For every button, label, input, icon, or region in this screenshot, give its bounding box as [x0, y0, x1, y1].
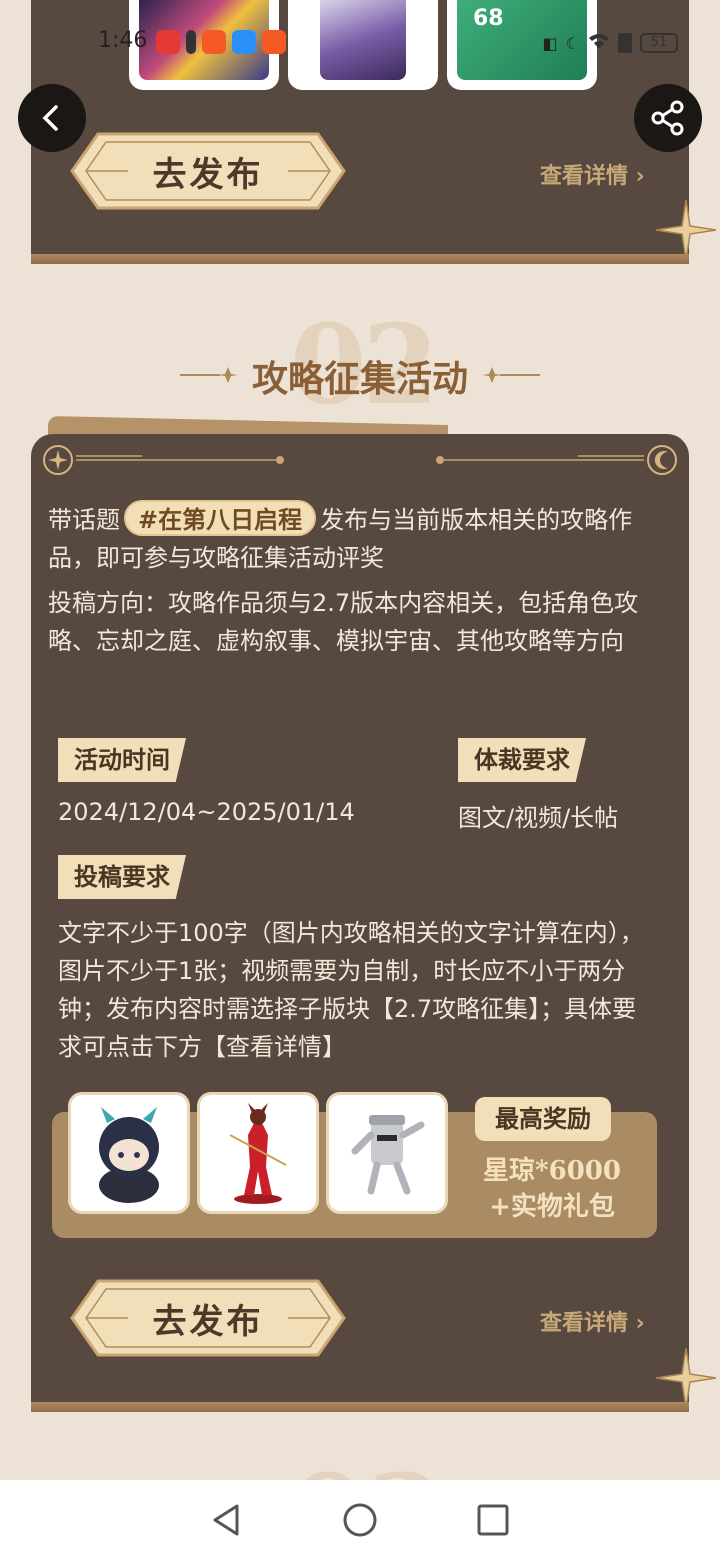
status-bar: 1:46 ◧ ☾ 51 — [0, 22, 720, 62]
submission-requirements-label: 投稿要求 — [58, 855, 186, 899]
format-value: 图文/视频/长帖 — [458, 804, 619, 832]
sparkle-icon — [656, 1348, 716, 1408]
sparkle-icon — [656, 200, 716, 260]
weather-icon — [232, 30, 256, 54]
prize-plush-image — [68, 1092, 190, 1214]
battery-icon: 51 — [640, 33, 678, 53]
share-icon — [651, 100, 684, 136]
card-edge — [31, 1402, 689, 1412]
card-edge — [31, 254, 689, 264]
prize-figure-image — [197, 1092, 319, 1214]
share-button[interactable] — [634, 84, 702, 152]
topic-tag[interactable]: #在第八日启程 — [124, 500, 317, 536]
top-reward-label: 最高奖励 — [475, 1097, 611, 1141]
submission-requirements-text: 文字不少于100字（图片内攻略相关的文字计算在内），图片不少于1张；视频需要为自… — [58, 919, 644, 1061]
kuaishou-icon — [202, 30, 226, 54]
reward-line-2: +实物礼包 — [489, 1192, 615, 1222]
wifi-icon — [588, 32, 610, 54]
alert-icon — [618, 33, 632, 53]
nav-recents-icon[interactable] — [475, 1502, 511, 1538]
nfc-icon: ◧ — [542, 33, 558, 53]
nav-home-icon[interactable] — [342, 1502, 378, 1538]
publish-button[interactable]: 去发布 — [68, 1277, 348, 1359]
publish-label: 去发布 — [152, 154, 264, 195]
section-title: 攻略征集活动 — [251, 358, 468, 400]
intro-prefix: 带话题 — [48, 506, 120, 534]
status-time: 1:46 — [98, 28, 148, 53]
status-indicators: ◧ ☾ 51 — [543, 32, 678, 54]
view-details-link-top[interactable]: 查看详情 › — [540, 158, 645, 190]
publish-button-top[interactable]: 去发布 — [68, 130, 348, 212]
reward-line-1: 星琼*6000 — [483, 1156, 621, 1186]
notification-icon — [186, 30, 196, 54]
event-time-value: 2024/12/04~2025/01/14 — [58, 798, 355, 826]
system-navigation-bar — [0, 1480, 720, 1560]
kuaishou-lite-icon — [262, 30, 286, 54]
intro-paragraph: 带话题 #在第八日启程 发布与当前版本相关的攻略作品，即可参与攻略征集活动评奖 — [48, 500, 674, 577]
huawei-app-icon — [156, 30, 180, 54]
format-label: 体裁要求 — [458, 738, 586, 782]
card-header-ornament — [43, 445, 677, 475]
chevron-left-icon — [42, 105, 58, 131]
notification-icons — [156, 30, 286, 54]
submission-direction: 投稿方向：攻略作品须与2.7版本内容相关，包括角色攻略、忘却之庭、虚构叙事、模拟… — [48, 589, 639, 655]
heading-ornament-right — [482, 367, 540, 383]
do-not-disturb-icon: ☾ — [565, 33, 580, 53]
publish-label: 去发布 — [152, 1301, 264, 1342]
nav-back-icon[interactable] — [209, 1502, 245, 1538]
view-details-link[interactable]: 查看详情 › — [540, 1305, 645, 1337]
prize-trashcan-figure-image — [326, 1092, 448, 1214]
event-time-label: 活动时间 — [58, 738, 186, 782]
